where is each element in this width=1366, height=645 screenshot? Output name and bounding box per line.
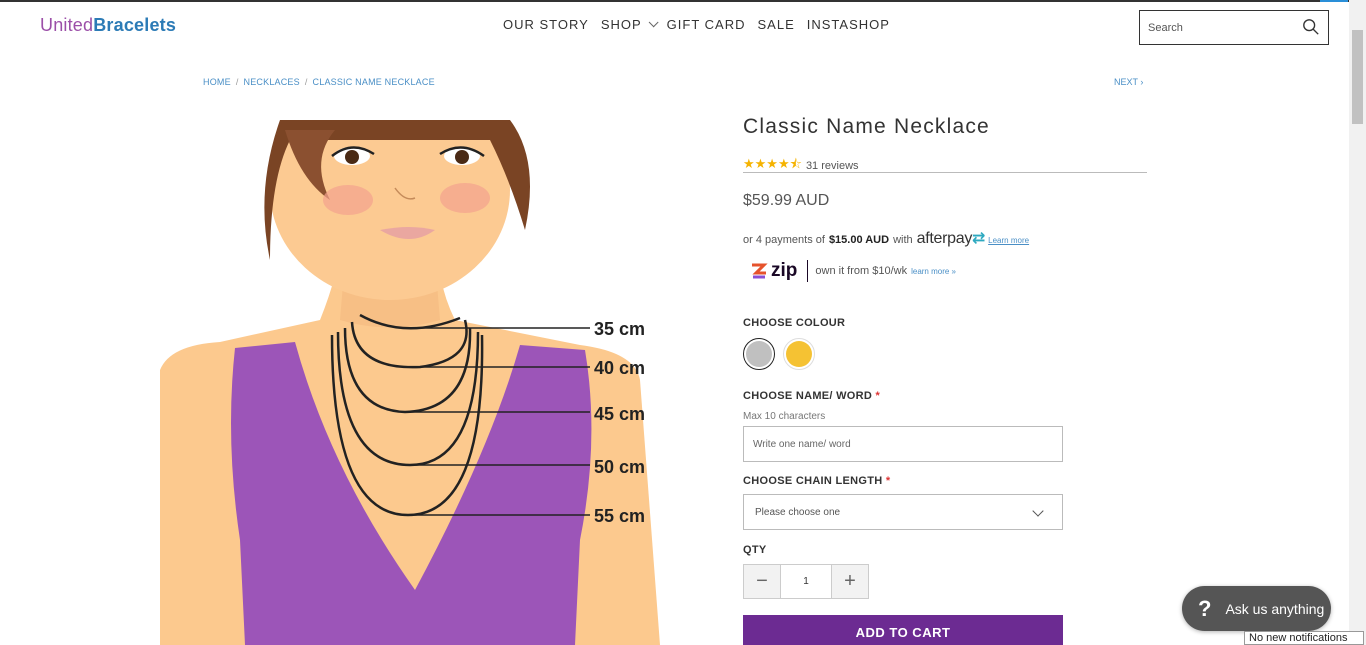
breadcrumb: HOME / NECKLACES / CLASSIC NAME NECKLACE	[203, 77, 435, 87]
nav-our-story[interactable]: OUR STORY	[503, 17, 589, 32]
colour-label: CHOOSE COLOUR	[743, 317, 846, 329]
chain-label-40: 40 cm	[594, 358, 645, 378]
top-accent	[1320, 0, 1348, 2]
chain-length-value: Please choose one	[755, 506, 841, 518]
nav-shop-label: SHOP	[600, 17, 642, 32]
swatch-silver-fill	[746, 341, 772, 367]
next-product-link[interactable]: NEXT ›	[1114, 77, 1143, 87]
page-scrollbar[interactable]	[1349, 0, 1366, 645]
chain-length-label: CHOOSE CHAIN LENGTH *	[743, 475, 891, 487]
right-cheek	[440, 183, 490, 213]
afterpay-arrows-icon: ⇄	[972, 230, 986, 247]
swatch-silver[interactable]	[743, 338, 775, 370]
add-to-cart-button[interactable]: ADD TO CART	[743, 615, 1063, 645]
chat-widget-button[interactable]: ? Ask us anything	[1182, 586, 1331, 631]
chat-label: Ask us anything	[1225, 600, 1325, 617]
breadcrumb-current[interactable]: CLASSIC NAME NECKLACE	[313, 77, 435, 87]
required-mark: *	[885, 475, 891, 487]
qty-plus-button[interactable]: +	[832, 565, 868, 598]
chain-label-45: 45 cm	[594, 404, 645, 424]
right-iris	[455, 150, 469, 164]
zip-info: zip own it from $10/wk learn more »	[750, 260, 956, 282]
qty-minus-button[interactable]: −	[744, 565, 780, 598]
top-border	[0, 0, 1366, 2]
star-rating-icon: ★★★★⯪	[743, 156, 802, 171]
product-rating[interactable]: ★★★★⯪ 31 reviews	[743, 155, 859, 177]
search-box	[1139, 10, 1329, 45]
chevron-down-icon	[1032, 505, 1044, 517]
name-field	[743, 426, 1063, 462]
chain-label-50: 50 cm	[594, 457, 645, 477]
zip-logo-text: zip	[771, 260, 798, 281]
swatch-gold-fill	[786, 341, 812, 367]
name-hint: Max 10 characters	[743, 411, 826, 422]
zip-mark-icon	[752, 263, 768, 279]
afterpay-info: or 4 payments of $15.00 AUD with afterpa…	[743, 228, 1029, 248]
left-cheek	[323, 185, 373, 215]
chevron-right-icon: ›	[1140, 77, 1144, 87]
nav-shop[interactable]: SHOP	[600, 17, 659, 32]
review-count[interactable]: 31 reviews	[806, 160, 859, 172]
notification-status: No new notifications	[1244, 631, 1364, 645]
name-input[interactable]	[753, 438, 1043, 450]
quantity-stepper: − 1 +	[743, 564, 869, 599]
afterpay-logo: afterpay⇄	[917, 228, 986, 248]
nav-sale[interactable]: SALE	[758, 17, 795, 32]
zip-divider	[807, 260, 809, 282]
logo-text-bracelets: Bracelets	[93, 15, 177, 35]
zip-text: own it from $10/wk	[815, 265, 908, 277]
search-icon[interactable]	[1302, 18, 1320, 36]
left-iris	[345, 150, 359, 164]
chain-length-select[interactable]: Please choose one	[743, 494, 1063, 530]
afterpay-amount: $15.00 AUD	[828, 234, 890, 246]
help-question-icon: ?	[1198, 595, 1212, 621]
search-input[interactable]	[1148, 21, 1298, 34]
chain-label-55: 55 cm	[594, 506, 645, 526]
minus-icon: −	[756, 570, 768, 592]
zip-learn-more-link[interactable]: learn more »	[911, 267, 956, 276]
plus-icon: +	[844, 570, 856, 592]
name-label-text: CHOOSE NAME/ WORD	[743, 390, 873, 402]
afterpay-prefix: or 4 payments of	[743, 234, 825, 246]
required-mark: *	[875, 390, 881, 402]
scrollbar-thumb[interactable]	[1352, 30, 1363, 124]
chain-label-35: 35 cm	[594, 319, 645, 339]
logo-text-united: United	[40, 15, 94, 35]
title-divider	[743, 172, 1147, 173]
breadcrumb-home[interactable]: HOME	[203, 77, 231, 87]
product-image[interactable]: 35 cm 40 cm 45 cm 50 cm 55 cm	[160, 120, 660, 645]
chevron-down-icon	[648, 17, 659, 28]
name-label: CHOOSE NAME/ WORD *	[743, 390, 880, 402]
breadcrumb-separator: /	[304, 77, 308, 87]
swatch-gold[interactable]	[783, 338, 815, 370]
main-nav: OUR STORY SHOP GIFT CARD SALE INSTASHOP	[503, 17, 902, 32]
product-title: Classic Name Necklace	[743, 115, 990, 138]
qty-label: QTY	[743, 544, 767, 556]
afterpay-logo-text: afterpay	[916, 230, 973, 247]
next-label: NEXT	[1114, 77, 1138, 87]
product-price: $59.99 AUD	[743, 192, 830, 209]
afterpay-with: with	[893, 234, 913, 246]
nav-gift-card[interactable]: GIFT CARD	[667, 17, 746, 32]
qty-value[interactable]: 1	[780, 565, 832, 598]
site-logo[interactable]: UnitedBracelets	[40, 15, 176, 36]
chain-length-label-text: CHOOSE CHAIN LENGTH	[743, 475, 883, 487]
breadcrumb-separator: /	[235, 77, 239, 87]
zip-logo: zip	[750, 260, 797, 282]
nav-instashop[interactable]: INSTASHOP	[807, 17, 890, 32]
afterpay-learn-more-link[interactable]: Learn more	[988, 236, 1029, 245]
breadcrumb-necklaces[interactable]: NECKLACES	[244, 77, 300, 87]
